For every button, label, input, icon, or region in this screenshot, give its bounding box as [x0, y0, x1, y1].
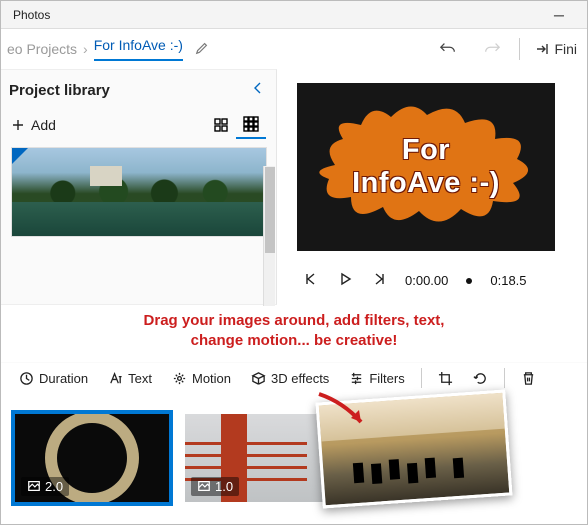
window-titlebar: Photos ─ [1, 1, 587, 29]
add-button[interactable]: Add [11, 117, 56, 133]
preview-canvas[interactable]: For InfoAve :-) [297, 83, 555, 251]
tutorial-annotation: Drag your images around, add filters, te… [1, 311, 587, 352]
undo-button[interactable] [431, 32, 465, 66]
motion-label: Motion [192, 371, 231, 386]
finish-label: Fini [554, 41, 577, 57]
rotate-button[interactable] [465, 367, 496, 390]
preview-area: For InfoAve :-) 0:00.00 0:18.5 [277, 69, 587, 305]
grid-large-view-button[interactable] [206, 111, 236, 139]
overlay-text-line1: For [352, 134, 500, 167]
annotation-line1: Drag your images around, add filters, te… [1, 311, 587, 331]
collapse-panel-button[interactable] [250, 80, 266, 101]
breadcrumb-parent[interactable]: eo Projects [7, 41, 77, 57]
duration-label: Duration [39, 371, 88, 386]
annotation-line2: change motion... be creative! [1, 331, 587, 351]
top-row: eo Projects › For InfoAve :-) Fini [1, 29, 587, 69]
library-scrollbar[interactable] [263, 166, 275, 306]
text-label: Text [128, 371, 152, 386]
clip1-duration: 2.0 [45, 479, 63, 494]
time-total: 0:18.5 [490, 273, 526, 288]
3d-effects-label: 3D effects [271, 371, 329, 386]
clip2-duration: 1.0 [215, 479, 233, 494]
motion-button[interactable]: Motion [164, 367, 239, 390]
chevron-right-icon: › [83, 41, 88, 57]
app-title: Photos [13, 8, 539, 22]
minimize-button[interactable]: ─ [539, 7, 579, 23]
playback-controls: 0:00.00 0:18.5 [297, 271, 579, 290]
timeline-clip-1[interactable]: 2.0 [11, 410, 173, 506]
text-button[interactable]: Text [100, 367, 160, 390]
time-dot-icon [466, 278, 472, 284]
breadcrumb-current[interactable]: For InfoAve :-) [94, 37, 183, 61]
time-current: 0:00.00 [405, 273, 448, 288]
delete-button[interactable] [513, 367, 544, 390]
library-thumbnail[interactable] [11, 147, 267, 237]
filters-label: Filters [369, 371, 404, 386]
play-button[interactable] [337, 271, 353, 290]
filters-button[interactable]: Filters [341, 367, 412, 390]
add-label: Add [31, 117, 56, 133]
crop-button[interactable] [430, 367, 461, 390]
overlay-text-line2: InfoAve :-) [352, 167, 500, 200]
tutorial-arrow-icon [313, 388, 379, 441]
next-frame-button[interactable] [371, 271, 387, 290]
finish-button[interactable]: Fini [530, 41, 581, 57]
duration-button[interactable]: Duration [11, 367, 96, 390]
prev-frame-button[interactable] [303, 271, 319, 290]
pencil-icon[interactable] [189, 41, 209, 58]
3d-effects-button[interactable]: 3D effects [243, 367, 337, 390]
grid-small-view-button[interactable] [236, 111, 266, 139]
timeline[interactable]: 2.0 1.0 [1, 394, 587, 522]
clip-toolbar: Duration Text Motion 3D effects Filters [1, 362, 587, 394]
redo-button [475, 32, 509, 66]
panel-title: Project library [9, 82, 110, 99]
project-library-panel: Project library Add [1, 69, 277, 305]
breadcrumb: eo Projects › For InfoAve :-) [7, 37, 209, 61]
